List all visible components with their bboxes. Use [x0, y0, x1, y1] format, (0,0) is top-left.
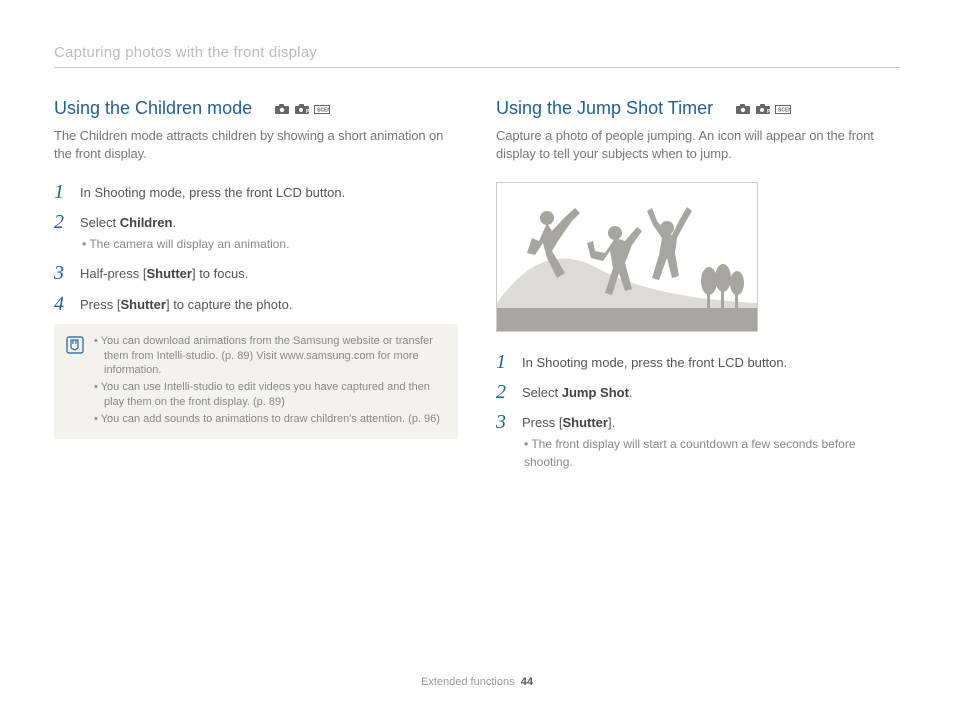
steps-list-right: 1 In Shooting mode, press the front LCD …: [496, 352, 900, 471]
right-column: Using the Jump Shot Timer P SCENE Captur…: [496, 96, 900, 481]
page-number: 44: [521, 676, 533, 688]
left-column: Using the Children mode P SCENE The Chil…: [54, 96, 458, 481]
mode-icons-group: P SCENE: [735, 103, 791, 115]
section-heading: Using the Children mode: [54, 96, 252, 121]
step-item: 4 Press [Shutter] to capture the photo.: [54, 294, 458, 314]
step-item: 2 Select Children. The camera will displ…: [54, 212, 458, 254]
step-item: 1 In Shooting mode, press the front LCD …: [496, 352, 900, 372]
note-item: You can add sounds to animations to draw…: [94, 412, 446, 427]
section-title-jump: Using the Jump Shot Timer P SCENE: [496, 96, 900, 121]
jump-illustration: [496, 182, 758, 332]
note-icon: [66, 334, 84, 429]
step-number: 2: [54, 212, 70, 232]
sub-item: The camera will display an animation.: [82, 236, 458, 253]
section-heading: Using the Jump Shot Timer: [496, 96, 713, 121]
camera-program-icon: P: [294, 103, 310, 115]
intro-text: Capture a photo of people jumping. An ic…: [496, 127, 900, 163]
mode-icons-group: P SCENE: [274, 103, 330, 115]
footer-section: Extended functions: [421, 676, 515, 688]
svg-text:P: P: [306, 109, 310, 115]
content-columns: Using the Children mode P SCENE The Chil…: [54, 96, 900, 481]
note-box: You can download animations from the Sam…: [54, 324, 458, 439]
step-item: 1 In Shooting mode, press the front LCD …: [54, 182, 458, 202]
camera-auto-icon: [274, 103, 290, 115]
step-sublist: The front display will start a countdown…: [522, 436, 900, 471]
step-number: 1: [496, 352, 512, 372]
step-text: Press [Shutter] to capture the photo.: [80, 297, 292, 312]
step-text: Select Children.: [80, 215, 176, 230]
svg-text:P: P: [767, 109, 771, 115]
step-number: 1: [54, 182, 70, 202]
camera-auto-icon: [735, 103, 751, 115]
step-text: Select Jump Shot.: [522, 385, 633, 400]
intro-text: The Children mode attracts children by s…: [54, 127, 458, 163]
scene-icon: SCENE: [775, 103, 791, 115]
svg-text:SCENE: SCENE: [778, 107, 791, 113]
step-text: Press [Shutter].: [522, 415, 615, 430]
camera-program-icon: P: [755, 103, 771, 115]
step-number: 2: [496, 382, 512, 402]
page-footer: Extended functions 44: [0, 675, 954, 690]
note-item: You can download animations from the Sam…: [94, 334, 446, 379]
step-item: 3 Half-press [Shutter] to focus.: [54, 263, 458, 283]
step-text: In Shooting mode, press the front LCD bu…: [522, 355, 787, 370]
svg-text:SCENE: SCENE: [317, 107, 330, 113]
step-item: 2 Select Jump Shot.: [496, 382, 900, 402]
section-title-children: Using the Children mode P SCENE: [54, 96, 458, 121]
note-item: You can use Intelli-studio to edit video…: [94, 380, 446, 410]
step-sublist: The camera will display an animation.: [80, 236, 458, 253]
step-item: 3 Press [Shutter]. The front display wil…: [496, 412, 900, 471]
step-number: 3: [54, 263, 70, 283]
steps-list-left: 1 In Shooting mode, press the front LCD …: [54, 182, 458, 314]
scene-icon: SCENE: [314, 103, 330, 115]
step-text: Half-press [Shutter] to focus.: [80, 266, 248, 281]
step-number: 4: [54, 294, 70, 314]
page-header: Capturing photos with the front display: [54, 42, 900, 68]
note-list: You can download animations from the Sam…: [94, 334, 446, 429]
sub-item: The front display will start a countdown…: [524, 436, 900, 471]
step-number: 3: [496, 412, 512, 432]
step-text: In Shooting mode, press the front LCD bu…: [80, 185, 345, 200]
